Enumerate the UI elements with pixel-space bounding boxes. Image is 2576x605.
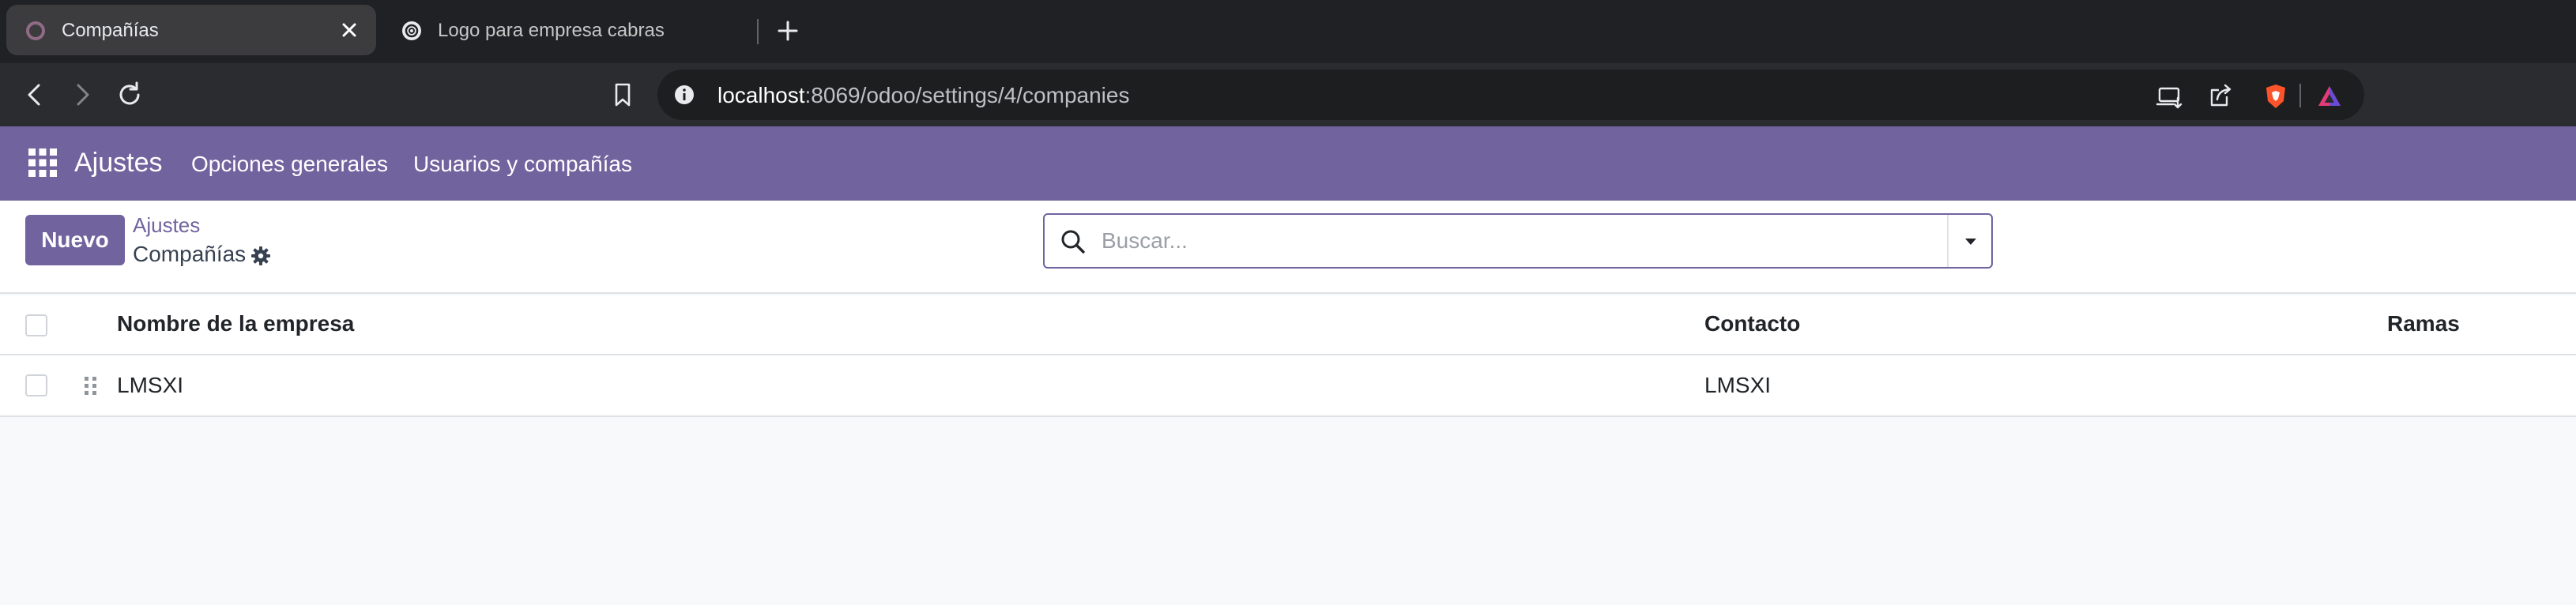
- browser-tab-bar: Compañías Logo para empresa cabras: [0, 0, 2576, 63]
- site-info-icon[interactable]: [673, 84, 695, 106]
- browser-toolbar: localhost:8069/odoo/settings/4/companies: [0, 63, 2576, 126]
- odoo-circle-icon: [26, 21, 45, 40]
- control-panel: Nuevo Ajustes Compañías: [0, 201, 2576, 294]
- column-header-contact[interactable]: Contacto: [1704, 311, 1800, 336]
- omnibox-separator: [2299, 84, 2301, 107]
- app-grid-icon[interactable]: [27, 147, 58, 178]
- brave-shields-icon[interactable]: [2262, 82, 2290, 111]
- tab-title: Logo para empresa cabras: [438, 20, 665, 41]
- table-row[interactable]: LMSXI LMSXI: [0, 355, 2576, 417]
- column-header-branches[interactable]: Ramas: [2387, 311, 2460, 336]
- search-toggle-separator: [1947, 215, 1949, 267]
- back-icon[interactable]: [19, 79, 51, 111]
- install-app-icon[interactable]: [2156, 82, 2184, 111]
- search-input[interactable]: [1102, 223, 1892, 259]
- drag-handle-icon[interactable]: [82, 374, 100, 398]
- reload-icon[interactable]: [114, 79, 145, 111]
- tab-title: Compañías: [62, 20, 159, 41]
- list-header: Nombre de la empresa Contacto Ramas: [0, 295, 2576, 355]
- tab-separator: [757, 19, 759, 44]
- row-checkbox[interactable]: [25, 374, 47, 396]
- app-navbar: Ajustes Opciones generales Usuarios y co…: [0, 126, 2576, 201]
- tab-companias[interactable]: Compañías: [6, 5, 376, 55]
- gear-icon[interactable]: [250, 245, 272, 267]
- chatgpt-icon: [402, 21, 421, 40]
- close-tab-icon[interactable]: [338, 19, 360, 41]
- menu-usuarios-companias[interactable]: Usuarios y compañías: [413, 152, 632, 177]
- select-all-checkbox[interactable]: [25, 314, 47, 336]
- cell-company-name[interactable]: LMSXI: [117, 373, 183, 398]
- share-icon[interactable]: [2206, 82, 2235, 111]
- bookmark-icon[interactable]: [607, 79, 638, 111]
- caret-down-icon[interactable]: [1961, 232, 1980, 251]
- app-brand[interactable]: Ajustes: [74, 148, 163, 178]
- address-bar[interactable]: localhost:8069/odoo/settings/4/companies: [657, 70, 2364, 120]
- new-tab-icon[interactable]: [774, 17, 801, 44]
- search-bar: [1043, 213, 1993, 269]
- breadcrumb-parent[interactable]: Ajustes: [133, 213, 200, 238]
- column-header-name[interactable]: Nombre de la empresa: [117, 311, 354, 336]
- search-icon[interactable]: [1059, 227, 1087, 256]
- cell-contact[interactable]: LMSXI: [1704, 373, 1771, 398]
- breadcrumb-current: Compañías: [133, 242, 247, 266]
- url-text[interactable]: localhost:8069/odoo/settings/4/companies: [717, 83, 1129, 108]
- menu-opciones-generales[interactable]: Opciones generales: [191, 152, 388, 177]
- new-button[interactable]: Nuevo: [25, 215, 125, 265]
- forward-icon[interactable]: [66, 79, 98, 111]
- brave-rewards-icon[interactable]: [2315, 82, 2344, 111]
- list-empty-area: [0, 417, 2576, 605]
- tab-logo-cabras[interactable]: Logo para empresa cabras: [387, 5, 759, 55]
